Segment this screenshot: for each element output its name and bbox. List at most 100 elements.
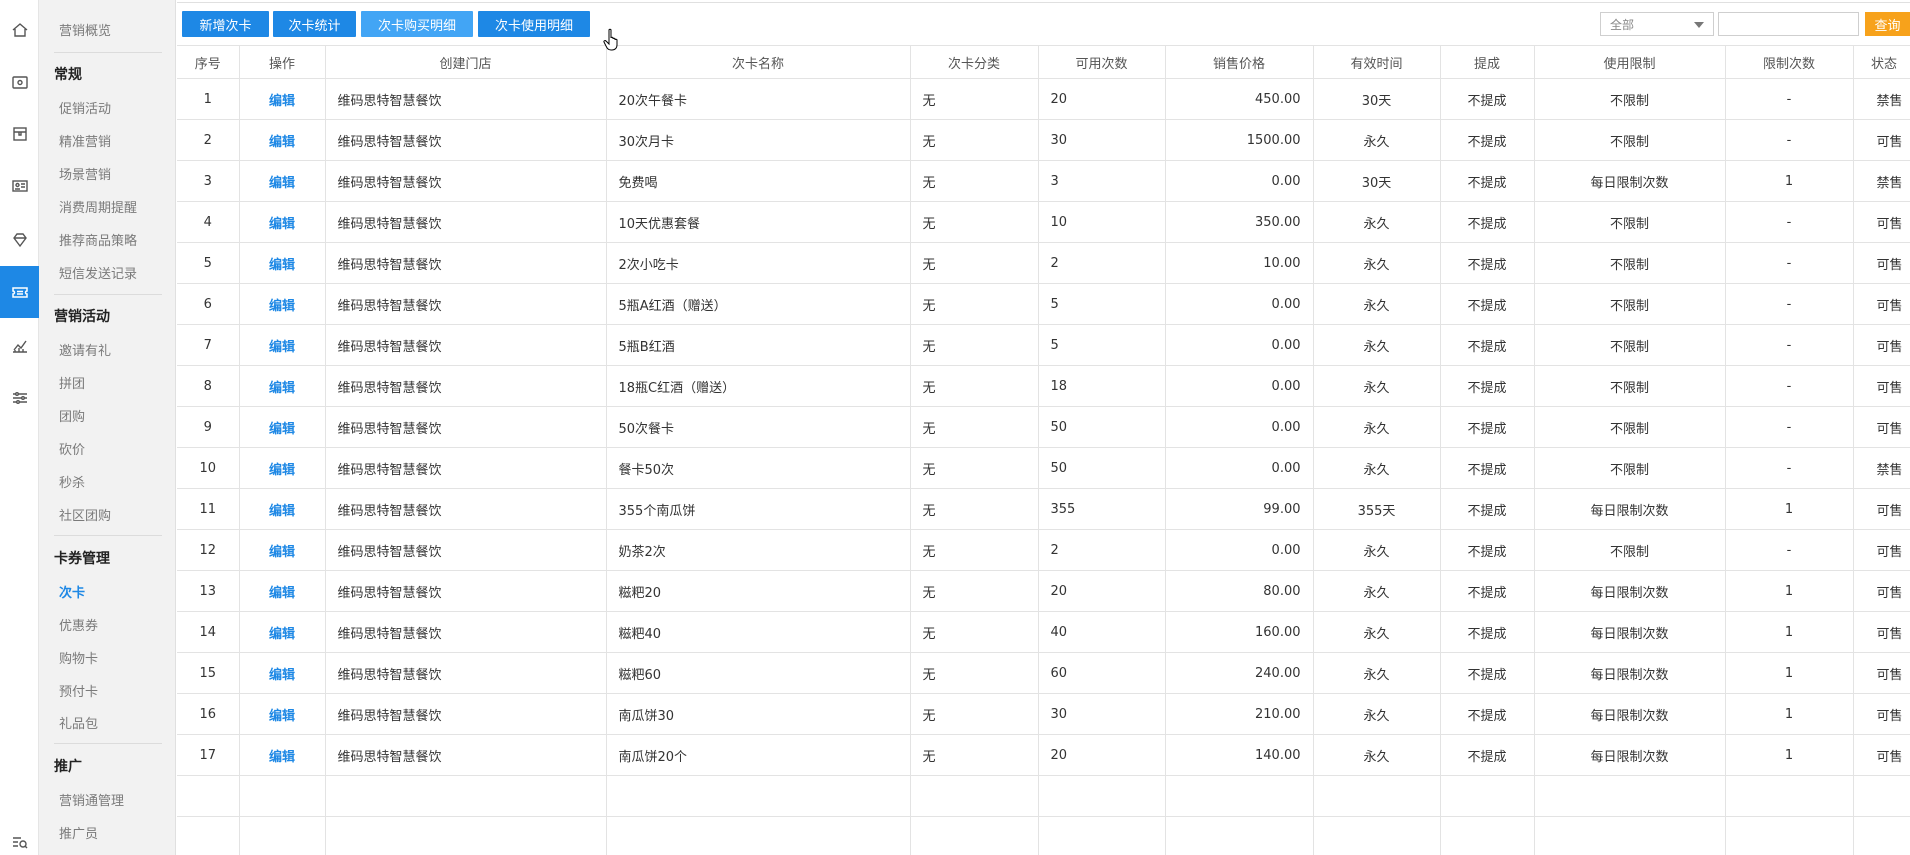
edit-link[interactable]: 编辑 xyxy=(239,652,326,694)
cell-card-name: 30次月卡 xyxy=(606,119,911,161)
cell-commission: 不提成 xyxy=(1440,652,1535,694)
cell-commission: 不提成 xyxy=(1440,201,1535,243)
cell-status: 禁售 xyxy=(1853,78,1910,120)
table-row: 12 编辑 维码思特智慧餐饮 奶茶2次无 2 0.00 永久 不提成 不限制 - 可售 xyxy=(177,529,1910,571)
sidebar-item-invite[interactable]: 邀请有礼 xyxy=(59,340,111,359)
cell-price: 450.00 xyxy=(1165,78,1314,120)
table-row: 6 编辑 维码思特智慧餐饮 5瓶A红酒（赠送）无 5 0.00 永久 不提成 不限制 - 可售 xyxy=(177,283,1910,325)
cell-usage-limit: 每日限制次数 xyxy=(1534,734,1726,776)
search-list-icon xyxy=(12,837,27,849)
edit-link[interactable]: 编辑 xyxy=(239,447,326,489)
cell-commission: 不提成 xyxy=(1440,529,1535,571)
rail-search-list[interactable] xyxy=(0,816,39,855)
cell-store: 维码思特智慧餐饮 xyxy=(325,611,607,653)
cell-price: 10.00 xyxy=(1165,242,1314,284)
table-row: 17 编辑 维码思特智慧餐饮 南瓜饼20个无 20 140.00 永久 不提成 每日限制次数 1 可… xyxy=(177,734,1910,776)
cell-commission: 不提成 xyxy=(1440,570,1535,612)
sidebar-item-scene[interactable]: 场景营销 xyxy=(59,164,111,183)
home-icon xyxy=(12,23,27,37)
edit-link[interactable]: 编辑 xyxy=(239,160,326,202)
sidebar-item-community[interactable]: 社区团购 xyxy=(59,505,111,524)
empty-row xyxy=(177,775,1910,817)
store-icon xyxy=(12,127,27,141)
filter-select[interactable]: 全部 xyxy=(1600,12,1714,36)
sidebar-item-promoter[interactable]: 推广员 xyxy=(59,823,98,842)
edit-link[interactable]: 编辑 xyxy=(239,406,326,448)
edit-link[interactable]: 编辑 xyxy=(239,242,326,284)
sidebar-item-prepaid-card[interactable]: 预付卡 xyxy=(59,681,98,700)
cell-validity: 永久 xyxy=(1313,324,1441,366)
edit-link[interactable]: 编辑 xyxy=(239,488,326,530)
table-row: 3 编辑 维码思特智慧餐饮 免费喝无 3 0.00 30天 不提成 每日限制次数 1 禁售 xyxy=(177,160,1910,202)
cell-category: 无 xyxy=(910,488,1039,530)
edit-link[interactable]: 编辑 xyxy=(239,365,326,407)
sidebar-item-group-buy[interactable]: 拼团 xyxy=(59,373,85,392)
edit-link[interactable]: 编辑 xyxy=(239,734,326,776)
edit-link[interactable]: 编辑 xyxy=(239,119,326,161)
sidebar-item-cycle-reminder[interactable]: 消费周期提醒 xyxy=(59,197,137,216)
search-input[interactable] xyxy=(1718,12,1859,36)
sidebar-item-team-buy[interactable]: 团购 xyxy=(59,406,85,425)
edit-link[interactable]: 编辑 xyxy=(239,283,326,325)
sidebar-item-times-card[interactable]: 次卡 xyxy=(59,582,85,601)
cell-validity: 30天 xyxy=(1313,160,1441,202)
cell-status: 可售 xyxy=(1853,201,1910,243)
cell-category: 无 xyxy=(910,365,1039,407)
edit-link[interactable]: 编辑 xyxy=(239,611,326,653)
cell-store: 维码思特智慧餐饮 xyxy=(325,119,607,161)
col-header-action: 操作 xyxy=(239,45,326,79)
chart-icon xyxy=(12,340,27,353)
sidebar-item-coupon[interactable]: 优惠券 xyxy=(59,615,98,634)
col-header-usage-limit: 使用限制 xyxy=(1534,45,1726,79)
cell-available-times: 20 xyxy=(1038,734,1166,776)
edit-link[interactable]: 编辑 xyxy=(239,570,326,612)
empty-cell xyxy=(177,816,240,855)
edit-link[interactable]: 编辑 xyxy=(239,78,326,120)
cell-validity: 永久 xyxy=(1313,570,1441,612)
col-header-index: 序号 xyxy=(177,45,240,79)
rail-chart[interactable] xyxy=(0,320,39,372)
cell-usage-limit: 不限制 xyxy=(1534,242,1726,284)
cell-limit-times: - xyxy=(1725,447,1854,489)
empty-cell xyxy=(1038,816,1166,855)
cell-index: 16 xyxy=(177,693,240,735)
edit-link[interactable]: 编辑 xyxy=(239,693,326,735)
query-button[interactable]: 查询 xyxy=(1865,12,1910,36)
edit-link[interactable]: 编辑 xyxy=(239,529,326,571)
cell-price: 1500.00 xyxy=(1165,119,1314,161)
times-card-stats-button[interactable]: 次卡统计 xyxy=(273,11,356,37)
cell-usage-limit: 不限制 xyxy=(1534,201,1726,243)
rail-id-card[interactable] xyxy=(0,160,39,212)
sidebar-item-recommend[interactable]: 推荐商品策略 xyxy=(59,230,137,249)
cell-card-name: 5瓶A红酒（赠送） xyxy=(606,283,911,325)
cell-status: 可售 xyxy=(1853,734,1910,776)
table-row: 2 编辑 维码思特智慧餐饮 30次月卡无 30 1500.00 永久 不提成 不限制 - 可售 xyxy=(177,119,1910,161)
sidebar-item-sms-log[interactable]: 短信发送记录 xyxy=(59,263,137,282)
rail-wallet[interactable] xyxy=(0,56,39,108)
cell-store: 维码思特智慧餐饮 xyxy=(325,283,607,325)
hand-cursor-icon xyxy=(603,28,618,51)
sidebar-item-precision[interactable]: 精准营销 xyxy=(59,131,111,150)
rail-diamond[interactable] xyxy=(0,214,39,266)
sidebar-item-marketing-channel[interactable]: 营销通管理 xyxy=(59,790,124,809)
add-times-card-button[interactable]: 新增次卡 xyxy=(182,11,269,37)
rail-store[interactable] xyxy=(0,108,39,160)
cell-limit-times: - xyxy=(1725,119,1854,161)
usage-detail-button[interactable]: 次卡使用明细 xyxy=(478,11,590,37)
rail-ticket[interactable] xyxy=(0,266,39,318)
sidebar-item-overview[interactable]: 营销概览 xyxy=(59,20,111,39)
sidebar-item-shopping-card[interactable]: 购物卡 xyxy=(59,648,98,667)
edit-link[interactable]: 编辑 xyxy=(239,324,326,366)
sidebar-item-promotion[interactable]: 促销活动 xyxy=(59,98,111,117)
sidebar-divider xyxy=(54,743,162,744)
cell-limit-times: - xyxy=(1725,406,1854,448)
sidebar-item-gift-pack[interactable]: 礼品包 xyxy=(59,713,98,732)
cell-status: 可售 xyxy=(1853,529,1910,571)
sidebar-item-flash-sale[interactable]: 秒杀 xyxy=(59,472,85,491)
table-row: 8 编辑 维码思特智慧餐饮 18瓶C红酒（赠送）无 18 0.00 永久 不提成 不限制 - 可售 xyxy=(177,365,1910,407)
purchase-detail-button[interactable]: 次卡购买明细 xyxy=(361,11,473,37)
rail-sliders[interactable] xyxy=(0,372,39,424)
rail-home[interactable] xyxy=(0,4,39,56)
edit-link[interactable]: 编辑 xyxy=(239,201,326,243)
sidebar-item-bargain[interactable]: 砍价 xyxy=(59,439,85,458)
